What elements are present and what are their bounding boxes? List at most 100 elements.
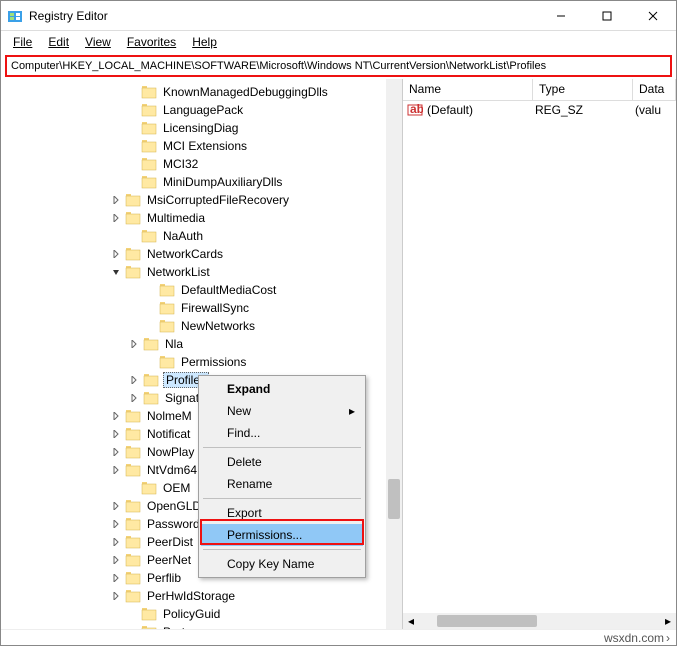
ctx-export[interactable]: Export — [201, 502, 363, 524]
menu-file[interactable]: File — [5, 33, 40, 51]
col-data[interactable]: Data — [633, 79, 676, 100]
tree-item-label: Password — [145, 517, 202, 531]
expand-icon[interactable] — [125, 607, 139, 621]
scrollbar-thumb[interactable] — [388, 479, 400, 519]
tree-item-label: FirewallSync — [179, 301, 251, 315]
folder-icon — [125, 499, 141, 513]
ctx-delete[interactable]: Delete — [201, 451, 363, 473]
expand-icon[interactable] — [109, 571, 123, 585]
tree-item-label: Signat — [163, 391, 201, 405]
folder-icon — [159, 283, 175, 297]
expand-icon[interactable] — [143, 301, 157, 315]
expand-icon[interactable] — [109, 589, 123, 603]
tree-item[interactable]: NewNetworks — [1, 317, 402, 335]
ctx-new[interactable]: New▸ — [201, 400, 363, 422]
tree-item[interactable]: LicensingDiag — [1, 119, 402, 137]
tree-item[interactable]: FirewallSync — [1, 299, 402, 317]
address-bar[interactable]: Computer\HKEY_LOCAL_MACHINE\SOFTWARE\Mic… — [5, 55, 672, 77]
folder-icon — [141, 157, 157, 171]
tree-item-label: MiniDumpAuxiliaryDlls — [161, 175, 284, 189]
scroll-left-icon[interactable]: ◂ — [403, 614, 419, 628]
expand-icon[interactable] — [127, 337, 141, 351]
tree-scrollbar[interactable] — [386, 79, 402, 629]
scroll-right-icon[interactable]: ▸ — [660, 614, 676, 628]
tree-item[interactable]: MsiCorruptedFileRecovery — [1, 191, 402, 209]
col-type[interactable]: Type — [533, 79, 633, 100]
folder-icon — [125, 211, 141, 225]
expand-icon[interactable] — [125, 175, 139, 189]
tree-item[interactable]: Multimedia — [1, 209, 402, 227]
ctx-expand[interactable]: Expand — [201, 378, 363, 400]
tree-item[interactable]: Nla — [1, 335, 402, 353]
minimize-button[interactable] — [538, 1, 584, 31]
expand-icon[interactable] — [109, 535, 123, 549]
tree-item[interactable]: DefaultMediaCost — [1, 281, 402, 299]
tree-item[interactable]: NaAuth — [1, 227, 402, 245]
expand-icon[interactable] — [109, 211, 123, 225]
expand-icon[interactable] — [125, 103, 139, 117]
expand-icon[interactable] — [125, 121, 139, 135]
expand-icon[interactable] — [109, 193, 123, 207]
ctx-find[interactable]: Find... — [201, 422, 363, 444]
scrollbar-thumb[interactable] — [437, 615, 537, 627]
expand-icon[interactable] — [143, 355, 157, 369]
window-buttons — [538, 1, 676, 31]
expand-icon[interactable] — [125, 157, 139, 171]
tree-item-label: MCI32 — [161, 157, 200, 171]
tree-item-label: LicensingDiag — [161, 121, 240, 135]
tree-item-label: NowPlay — [145, 445, 196, 459]
col-name[interactable]: Name — [403, 79, 533, 100]
menu-help[interactable]: Help — [184, 33, 225, 51]
tree-item-label: NaAuth — [161, 229, 205, 243]
tree-item[interactable]: MiniDumpAuxiliaryDlls — [1, 173, 402, 191]
ctx-permissions[interactable]: Permissions... — [201, 524, 363, 546]
tree-item[interactable]: NetworkList — [1, 263, 402, 281]
expand-icon[interactable] — [143, 283, 157, 297]
folder-icon — [125, 409, 141, 423]
tree-item[interactable]: Permissions — [1, 353, 402, 371]
tree-item[interactable]: LanguagePack — [1, 101, 402, 119]
values-header: Name Type Data — [403, 79, 676, 101]
menu-favorites[interactable]: Favorites — [119, 33, 184, 51]
folder-icon — [159, 319, 175, 333]
value-type: REG_SZ — [535, 103, 635, 117]
folder-icon — [143, 373, 159, 387]
folder-icon — [125, 463, 141, 477]
tree-item[interactable]: MCI Extensions — [1, 137, 402, 155]
folder-icon — [125, 589, 141, 603]
expand-icon[interactable] — [143, 319, 157, 333]
tree-item-label: Perflib — [145, 571, 183, 585]
ctx-rename[interactable]: Rename — [201, 473, 363, 495]
expand-icon[interactable] — [109, 247, 123, 261]
menu-view[interactable]: View — [77, 33, 119, 51]
values-scrollbar[interactable]: ◂ ▸ — [403, 613, 676, 629]
menu-edit[interactable]: Edit — [40, 33, 77, 51]
expand-icon[interactable] — [109, 499, 123, 513]
tree-item-label: Nla — [163, 337, 185, 351]
expand-icon[interactable] — [109, 517, 123, 531]
tree-item[interactable]: MCI32 — [1, 155, 402, 173]
expand-icon[interactable] — [125, 229, 139, 243]
tree-item[interactable]: PerHwIdStorage — [1, 587, 402, 605]
expand-icon[interactable] — [109, 409, 123, 423]
folder-icon — [143, 391, 159, 405]
tree-item[interactable]: KnownManagedDebuggingDlls — [1, 83, 402, 101]
expand-icon[interactable] — [125, 139, 139, 153]
expand-icon[interactable] — [109, 445, 123, 459]
separator — [203, 549, 361, 550]
expand-icon[interactable] — [109, 265, 123, 279]
expand-icon[interactable] — [109, 553, 123, 567]
expand-icon[interactable] — [109, 427, 123, 441]
close-button[interactable] — [630, 1, 676, 31]
expand-icon[interactable] — [127, 373, 141, 387]
tree-item[interactable]: PolicyGuid — [1, 605, 402, 623]
tree-item-label: NetworkCards — [145, 247, 225, 261]
maximize-button[interactable] — [584, 1, 630, 31]
value-row[interactable]: ab (Default) REG_SZ (valu — [403, 101, 676, 119]
tree-item[interactable]: NetworkCards — [1, 245, 402, 263]
expand-icon[interactable] — [127, 391, 141, 405]
expand-icon[interactable] — [125, 85, 139, 99]
ctx-copy-key-name[interactable]: Copy Key Name — [201, 553, 363, 575]
expand-icon[interactable] — [109, 463, 123, 477]
expand-icon[interactable] — [125, 481, 139, 495]
